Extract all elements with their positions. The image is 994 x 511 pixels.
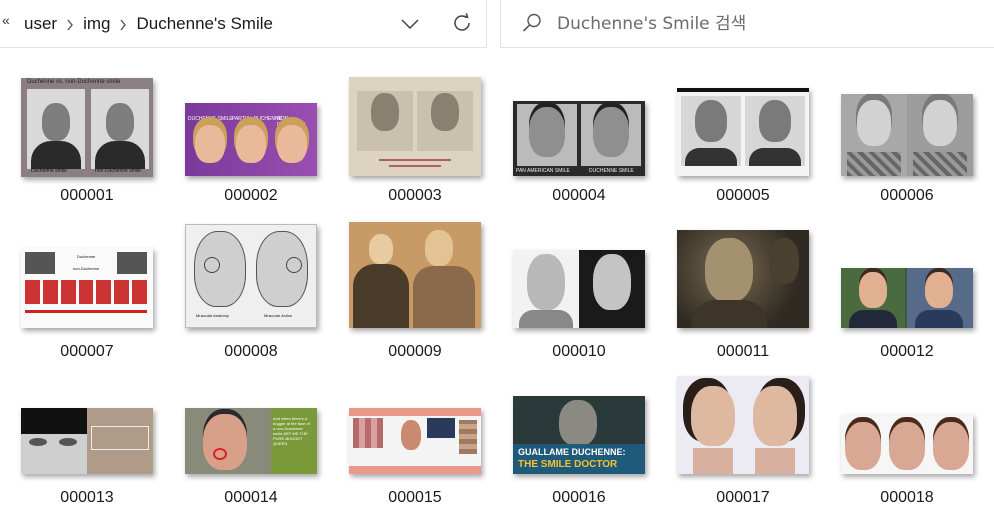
file-item[interactable]: DUCHENNE SMILE PARTIAL DUCHENNE NON-DUCH…	[169, 72, 333, 212]
thumbnail	[841, 414, 973, 474]
file-name: 000002	[224, 187, 278, 204]
thumbnail: Muscular Anatomy Muscular Action	[185, 224, 317, 328]
recent-locations-button[interactable]	[396, 11, 424, 37]
thumbnail	[677, 230, 809, 328]
thumbnail	[677, 88, 809, 176]
file-grid: Duchenne vs. non-Duchenne smile Duchenne…	[0, 50, 994, 511]
breadcrumb-item-current[interactable]: Duchenne's Smile	[134, 14, 274, 34]
file-item[interactable]: Duchenne vs. non-Duchenne smile Duchenne…	[5, 72, 169, 212]
file-item[interactable]: 000013	[5, 368, 169, 508]
thumbnail	[21, 408, 153, 474]
thumbnail-text: GUALLAME DUCHENNE:	[518, 447, 626, 457]
file-item[interactable]: 000015	[333, 368, 497, 508]
file-name: 000006	[880, 187, 934, 204]
file-item[interactable]: 000010	[497, 222, 661, 362]
file-item[interactable]: 000003	[333, 72, 497, 212]
breadcrumb-item-img[interactable]: img	[81, 14, 112, 34]
top-bar: « user img Duchenne's Smile	[0, 0, 994, 49]
file-name: 000007	[60, 343, 114, 360]
thumbnail-text: Muscular Anatomy	[196, 313, 229, 318]
thumbnail-text: THE SMILE DOCTOR	[518, 459, 618, 470]
file-name: 000003	[388, 187, 442, 204]
refresh-icon	[454, 13, 470, 31]
file-name: 000016	[552, 489, 606, 506]
thumbnail-text: PARTIAL DUCHENNE	[232, 116, 282, 122]
thumbnail-text: Duchenne	[77, 254, 96, 259]
search-box[interactable]	[500, 0, 994, 48]
address-bar[interactable]: « user img Duchenne's Smile	[0, 0, 487, 48]
file-name: 000005	[716, 187, 770, 204]
thumbnail: DUCHENNE SMILE PARTIAL DUCHENNE NON-DUCH…	[185, 103, 317, 176]
thumbnail	[349, 77, 481, 176]
file-name: 000017	[716, 489, 770, 506]
file-item[interactable]: GUALLAME DUCHENNE: THE SMILE DOCTOR 0000…	[497, 368, 661, 508]
thumbnail-text: Muscular Action	[264, 313, 293, 318]
thumbnail: GUALLAME DUCHENNE: THE SMILE DOCTOR	[513, 396, 645, 474]
file-item[interactable]: Duchenne non-Duchenne 000007	[5, 222, 169, 362]
breadcrumb-overflow-icon[interactable]: «	[2, 12, 10, 28]
file-name: 000009	[388, 343, 442, 360]
thumbnail-text: DUCHENNE SMILE	[188, 116, 233, 122]
file-name: 000010	[552, 343, 606, 360]
breadcrumb-item-user[interactable]: user	[22, 14, 59, 34]
thumbnail: Duchenne non-Duchenne	[21, 248, 153, 328]
file-item[interactable]: And when there's a bugger at the face of…	[169, 368, 333, 508]
file-name: 000013	[60, 489, 114, 506]
file-item[interactable]: Muscular Anatomy Muscular Action 000008	[169, 222, 333, 362]
file-name: 000014	[224, 489, 278, 506]
chevron-right-icon[interactable]	[112, 17, 134, 32]
file-name: 000018	[880, 489, 934, 506]
thumbnail	[841, 268, 973, 328]
chevron-right-icon[interactable]	[59, 17, 81, 32]
file-item[interactable]: 000012	[825, 222, 989, 362]
thumbnail: Duchenne vs. non-Duchenne smile Duchenne…	[21, 78, 153, 177]
search-input[interactable]	[557, 10, 977, 38]
thumbnail	[677, 376, 809, 474]
file-name: 000015	[388, 489, 442, 506]
search-icon	[522, 13, 541, 32]
chevron-down-icon	[401, 19, 419, 29]
thumbnail: And when there's a bugger at the face of…	[185, 408, 317, 474]
file-name: 000012	[880, 343, 934, 360]
file-name: 000008	[224, 343, 278, 360]
file-item[interactable]: 000017	[661, 368, 825, 508]
file-item[interactable]: 000005	[661, 72, 825, 212]
thumbnail-text: non-Duchenne	[73, 266, 100, 271]
file-item[interactable]: PAN AMERICAN SMILE DUCHENNE SMILE 000004	[497, 72, 661, 212]
thumbnail	[513, 250, 645, 328]
thumbnail	[349, 222, 481, 328]
file-item[interactable]: 000011	[661, 222, 825, 362]
thumbnail-text: DUCHENNE SMILE	[589, 168, 634, 174]
breadcrumb: user img Duchenne's Smile	[22, 13, 275, 35]
thumbnail: PAN AMERICAN SMILE DUCHENNE SMILE	[513, 101, 645, 176]
file-name: 000004	[552, 187, 606, 204]
file-name: 000001	[60, 187, 114, 204]
refresh-button[interactable]	[448, 9, 476, 37]
thumbnail-text: Duchenne smile	[31, 168, 67, 174]
thumbnail	[349, 408, 481, 474]
file-name: 000011	[716, 343, 770, 360]
thumbnail-text: PAN AMERICAN SMILE	[516, 168, 570, 174]
thumbnail	[841, 94, 973, 176]
file-item[interactable]: 000009	[333, 222, 497, 362]
thumbnail-text: Duchenne vs. non-Duchenne smile	[27, 79, 121, 85]
thumbnail-text: non-Duchenne smile	[95, 168, 141, 174]
thumbnail-text: And when there's a bugger at the face of…	[273, 416, 310, 446]
file-item[interactable]: 000018	[825, 368, 989, 508]
file-item[interactable]: 000006	[825, 72, 989, 212]
